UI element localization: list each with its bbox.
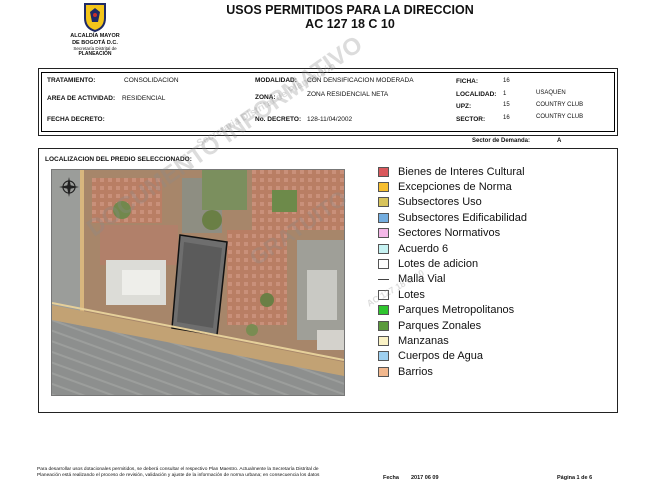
legend-item: Sectores Normativos — [378, 226, 500, 241]
upz-label: UPZ: — [456, 103, 472, 110]
legend-item: Bienes de Interes Cultural — [378, 164, 525, 179]
compass-icon — [59, 177, 79, 197]
footer-note: Para desarrollar usos dotacionales permi… — [37, 467, 319, 479]
upz-name: COUNTRY CLUB — [536, 102, 584, 108]
tratamiento-value: CONSOLIDACION — [124, 77, 179, 84]
title-line-address: AC 127 18 C 10 — [305, 17, 395, 31]
legend-item: Subsectores Edificabilidad — [378, 210, 527, 225]
modalidad-label: MODALIDAD: — [255, 77, 297, 84]
fecha-decreto-label: FECHA DECRETO: — [47, 116, 105, 123]
legend-swatch — [378, 335, 389, 346]
legend-item: Subsectores Uso — [378, 195, 482, 210]
title-line-1: USOS PERMITIDOS PARA LA DIRECCION — [226, 3, 474, 17]
legend-label: Acuerdo 6 — [398, 242, 449, 255]
sector-label: SECTOR: — [456, 116, 486, 123]
page-title: USOS PERMITIDOS PARA LA DIRECCION AC 127… — [180, 3, 520, 31]
no-decreto-value: 128-11/04/2002 — [307, 116, 353, 123]
aerial-map[interactable] — [51, 169, 345, 396]
legend-item: Lotes de adicion — [378, 256, 478, 271]
bogota-logo: ALCALDÍA MAYOR DE BOGOTÁ D.C. Secretaría… — [60, 2, 130, 64]
legend-item: Manzanas — [378, 333, 449, 348]
legend-swatch — [378, 366, 389, 377]
legend-label: Parques Zonales — [398, 319, 482, 332]
sector-demanda-value: A — [557, 138, 562, 144]
coat-of-arms-icon — [84, 3, 106, 32]
legend-swatch — [378, 320, 389, 331]
legend-label: Lotes de adicion — [398, 257, 479, 270]
footer-page-number: Página 1 de 6 — [557, 475, 593, 481]
legend-label: Parques Metropolitanos — [398, 304, 515, 317]
legend-swatch — [378, 274, 389, 284]
legend-swatch — [378, 197, 389, 208]
legend-swatch — [378, 258, 389, 269]
legend-item: Acuerdo 6 — [378, 241, 448, 256]
legend-label: Sectores Normativos — [398, 227, 501, 240]
footer-fecha-label: Fecha — [383, 475, 399, 481]
no-decreto-label: No. DECRETO: — [255, 116, 302, 123]
legend-swatch — [378, 228, 389, 239]
legend-swatch — [378, 166, 389, 177]
legend-swatch — [378, 212, 389, 223]
legend-item: Cuerpos de Agua — [378, 349, 483, 364]
legend-label: Malla Vial — [398, 273, 446, 286]
legend-swatch — [378, 181, 389, 192]
legend-item: Malla Vial — [378, 272, 446, 287]
legend-swatch — [378, 351, 389, 362]
localidad-label: LOCALIDAD: — [456, 91, 497, 98]
legend-label: Manzanas — [398, 334, 449, 347]
legend-swatch — [378, 243, 389, 254]
zona-value: ZONA RESIDENCIAL NETA — [307, 91, 389, 98]
localidad-name: USAQUEN — [536, 90, 566, 96]
tratamiento-label: TRATAMIENTO: — [47, 77, 96, 84]
sector-num: 16 — [503, 115, 510, 121]
zona-label: ZONA: — [255, 94, 276, 101]
legend-label: Subsectores Edificabilidad — [398, 211, 528, 224]
sector-demanda-label: Sector de Demanda: — [472, 138, 531, 144]
footer-fecha-value: 2017 06 09 — [411, 475, 439, 481]
area-actividad-label: AREA DE ACTIVIDAD: — [47, 95, 116, 102]
legend-item: Parques Metropolitanos — [378, 303, 514, 318]
legend-swatch — [378, 305, 389, 316]
legend-label: Excepciones de Norma — [398, 180, 512, 193]
map-section-title: LOCALIZACION DEL PREDIO SELECCIONADO: — [45, 156, 192, 163]
sector-name: COUNTRY CLUB — [536, 114, 584, 120]
legend-item: Excepciones de Norma — [378, 179, 512, 194]
footer-note-line-2: Planeación está realizando el proceso de… — [37, 473, 320, 478]
logo-line-1: ALCALDÍA MAYOR — [70, 33, 120, 39]
legend-label: Bienes de Interes Cultural — [398, 165, 525, 178]
ficha-label: FICHA: — [456, 78, 479, 85]
aerial-photo — [52, 170, 344, 395]
area-actividad-value: RESIDENCIAL — [122, 95, 166, 102]
legend-swatch — [378, 289, 389, 300]
legend-label: Cuerpos de Agua — [398, 350, 484, 363]
legend-label: Lotes — [398, 288, 425, 301]
legend-label: Barrios — [398, 365, 433, 378]
modalidad-value: CON DENSIFICACION MODERADA — [307, 77, 414, 84]
logo-line-4: PLANEACIÓN — [78, 51, 112, 57]
legend-item: Lotes — [378, 287, 425, 302]
upz-num: 15 — [503, 102, 510, 108]
legend-item: Barrios — [378, 364, 433, 379]
localidad-num: 1 — [503, 91, 507, 97]
ficha-value: 16 — [503, 78, 510, 84]
legend-item: Parques Zonales — [378, 318, 481, 333]
legend-label: Subsectores Uso — [398, 196, 482, 209]
